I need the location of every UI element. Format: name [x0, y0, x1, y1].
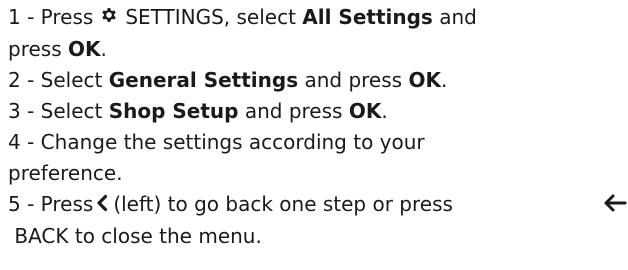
- step-text: and: [439, 5, 477, 29]
- step-1-line-2: press OK.: [8, 34, 628, 65]
- step-5-line-1: 5 - Press (left) to go back one step or p…: [8, 189, 628, 221]
- step-3-line: 3 - Select Shop Setup and press OK.: [8, 96, 628, 127]
- step-text: (left) to go back one step or press: [113, 192, 453, 216]
- step-text: Change the settings according to your: [40, 130, 425, 154]
- step-text: Select: [40, 99, 103, 123]
- shop-setup-label: Shop Setup: [108, 99, 239, 123]
- step-number: 1 -: [8, 5, 35, 29]
- step-text: press: [8, 37, 62, 61]
- step-number: 4 -: [8, 130, 35, 154]
- chevron-left-icon: [95, 190, 109, 221]
- step-number: 2 -: [8, 68, 35, 92]
- ok-label: OK: [408, 68, 441, 92]
- step-text: .: [100, 37, 107, 61]
- step-text: .: [440, 68, 448, 92]
- settings-key-text: SETTINGS, select: [125, 5, 296, 29]
- all-settings-label: All Settings: [302, 5, 433, 29]
- step-text: .: [381, 99, 388, 123]
- step-4-line-2: preference.: [8, 158, 628, 189]
- step-number: 3 -: [8, 99, 35, 123]
- arrow-left-icon: [602, 191, 628, 222]
- step-text: and press: [304, 68, 403, 92]
- step-text: Press: [40, 5, 94, 29]
- step-number: 5 -: [8, 192, 35, 216]
- step-5-line-2: BACK to close the menu.: [8, 221, 628, 252]
- gear-icon: [99, 3, 119, 34]
- step-text: preference.: [8, 161, 123, 185]
- instruction-steps: 1 - Press SETTINGS, select All Settings a…: [0, 0, 628, 252]
- ok-label: OK: [67, 37, 101, 61]
- step-text: BACK to close the menu.: [14, 224, 262, 248]
- step-2-line: 2 - Select General Settings and press OK…: [8, 65, 628, 96]
- step-text: and press: [244, 99, 343, 123]
- general-settings-label: General Settings: [108, 68, 299, 92]
- step-text: Press: [40, 192, 94, 216]
- step-4-line-1: 4 - Change the settings according to you…: [8, 127, 628, 158]
- ok-label: OK: [348, 99, 382, 123]
- step-1-line-1: 1 - Press SETTINGS, select All Settings a…: [8, 2, 628, 34]
- step-text: Select: [40, 68, 103, 92]
